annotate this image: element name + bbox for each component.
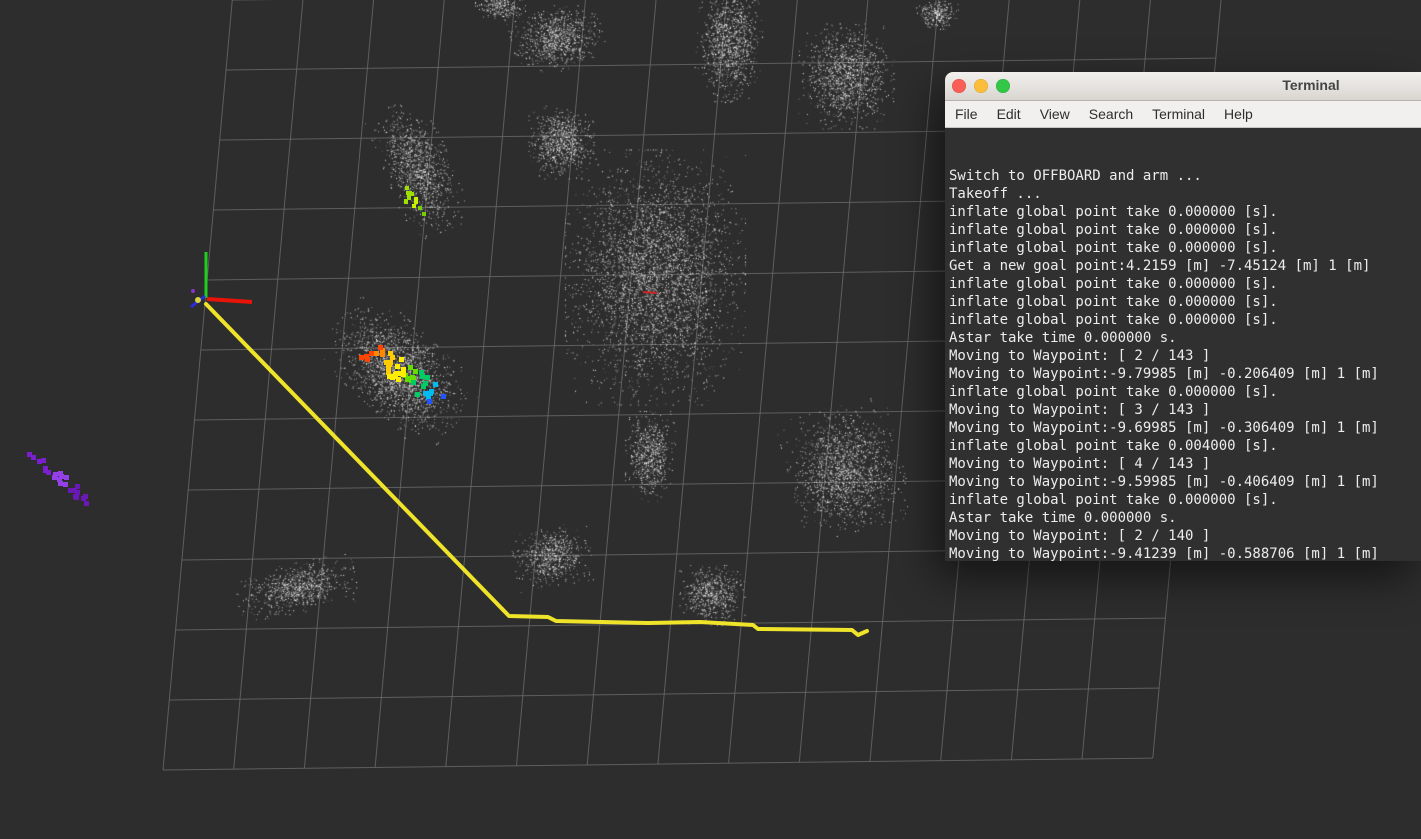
origin-axes bbox=[191, 252, 252, 307]
terminal-line: Get a new goal point:4.2159 [m] -7.45124… bbox=[949, 257, 1421, 275]
terminal-line: inflate global point take 0.000000 [s]. bbox=[949, 203, 1421, 221]
terminal-line: Moving to Waypoint:-9.59985 [m] -0.40640… bbox=[949, 473, 1421, 491]
terminal-line: Moving to Waypoint: [ 2 / 140 ] bbox=[949, 527, 1421, 545]
terminal-line: Takeoff ... bbox=[949, 185, 1421, 203]
terminal-line: inflate global point take 0.000000 [s]. bbox=[949, 311, 1421, 329]
terminal-line: inflate global point take 0.000000 [s]. bbox=[949, 239, 1421, 257]
goal-marker bbox=[643, 292, 657, 293]
terminal-line: Astar take time 0.000000 s. bbox=[949, 329, 1421, 347]
terminal-line: inflate global point take 0.000000 [s]. bbox=[949, 221, 1421, 239]
screen: Terminal File Edit View Search Terminal … bbox=[0, 0, 1421, 839]
menu-view[interactable]: View bbox=[1040, 106, 1070, 122]
terminal-line: inflate global point take 0.000000 [s]. bbox=[949, 293, 1421, 311]
menu-terminal[interactable]: Terminal bbox=[1152, 106, 1205, 122]
terminal-line: inflate global point take 0.000000 [s]. bbox=[949, 383, 1421, 401]
purple-voxels bbox=[27, 452, 89, 506]
close-button[interactable] bbox=[952, 79, 966, 93]
terminal-line: Moving to Waypoint: [ 2 / 143 ] bbox=[949, 347, 1421, 365]
minimize-button[interactable] bbox=[974, 79, 988, 93]
menu-help[interactable]: Help bbox=[1224, 106, 1253, 122]
menu-search[interactable]: Search bbox=[1089, 106, 1133, 122]
terminal-line: Moving to Waypoint:-9.69985 [m] -0.30640… bbox=[949, 419, 1421, 437]
terminal-line: inflate global point take 0.000000 [s]. bbox=[949, 491, 1421, 509]
terminal-line: Moving to Waypoint: [ 3 / 143 ] bbox=[949, 401, 1421, 419]
menu-edit[interactable]: Edit bbox=[997, 106, 1021, 122]
terminal-output[interactable]: Switch to OFFBOARD and arm ...Takeoff ..… bbox=[945, 128, 1421, 561]
planned-path bbox=[206, 304, 867, 635]
terminal-line: inflate global point take 0.000000 [s]. bbox=[949, 275, 1421, 293]
window-title: Terminal bbox=[1282, 77, 1339, 93]
terminal-line: inflate global point take 0.004000 [s]. bbox=[949, 437, 1421, 455]
terminal-titlebar[interactable]: Terminal bbox=[945, 72, 1421, 101]
terminal-line: Astar take time 0.000000 s. bbox=[949, 509, 1421, 527]
terminal-line: Moving to Waypoint:-9.41239 [m] -0.58870… bbox=[949, 545, 1421, 561]
terminal-line: Moving to Waypoint:-9.79985 [m] -0.20640… bbox=[949, 365, 1421, 383]
terminal-window: Terminal File Edit View Search Terminal … bbox=[945, 72, 1421, 561]
maximize-button[interactable] bbox=[996, 79, 1010, 93]
terminal-menubar: File Edit View Search Terminal Help bbox=[945, 101, 1421, 128]
green-voxels bbox=[404, 186, 426, 216]
terminal-line: Moving to Waypoint: [ 4 / 143 ] bbox=[949, 455, 1421, 473]
menu-file[interactable]: File bbox=[955, 106, 978, 122]
rainbow-voxels bbox=[359, 345, 446, 404]
terminal-line: Switch to OFFBOARD and arm ... bbox=[949, 167, 1421, 185]
